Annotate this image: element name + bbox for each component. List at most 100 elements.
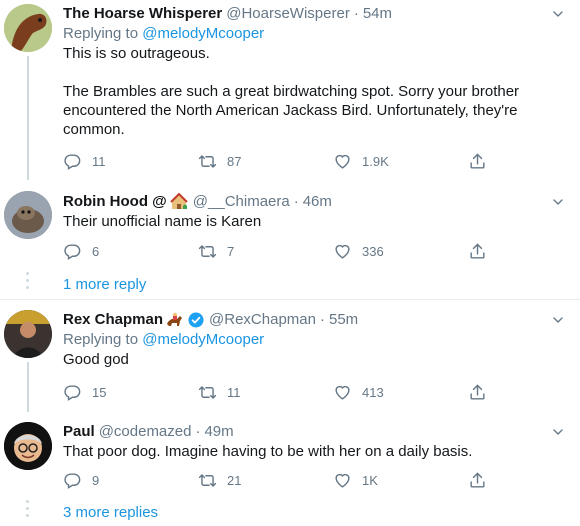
user-handle[interactable]: @HoarseWisperer <box>226 4 350 24</box>
retweet-icon <box>198 471 217 490</box>
tweet-actions: 11 87 1.9K <box>63 151 503 171</box>
house-emoji-icon <box>170 192 188 209</box>
tweet-text: Good god <box>63 351 129 368</box>
chevron-down-icon[interactable] <box>550 312 566 328</box>
retweet-count: 7 <box>227 243 235 259</box>
retweet-count: 21 <box>227 472 242 488</box>
like-icon <box>333 242 352 261</box>
avatar-memoji-image <box>4 422 52 470</box>
thread-line <box>27 362 29 412</box>
replying-to-line: Replying to @melodyMcooper <box>63 330 566 350</box>
avatar[interactable] <box>4 310 52 358</box>
tweet-header: The Hoarse Whisperer @HoarseWisperer · 5… <box>63 4 566 24</box>
thread-line <box>27 56 29 180</box>
horse-racing-emoji-icon <box>167 312 183 326</box>
avatar-dog-image <box>4 191 52 239</box>
user-handle[interactable]: @codemazed <box>99 422 192 442</box>
tweet-header: Rex Chapman @RexChapman · 55m <box>63 310 566 330</box>
reply-count: 6 <box>92 243 100 259</box>
display-name[interactable]: The Hoarse Whisperer <box>63 4 222 24</box>
timestamp[interactable]: 54m <box>363 4 392 24</box>
like-count: 1K <box>362 472 378 488</box>
share-button[interactable] <box>468 383 498 402</box>
share-icon <box>468 242 487 261</box>
reply-icon <box>63 471 82 490</box>
separator: · <box>293 193 299 210</box>
like-button[interactable]: 1.9K <box>333 152 468 171</box>
chevron-down-icon[interactable] <box>550 6 566 22</box>
display-name[interactable]: Robin Hood @ <box>63 192 167 212</box>
reply-icon <box>63 383 82 402</box>
reply-count: 11 <box>92 153 106 169</box>
share-button[interactable] <box>468 242 498 261</box>
thread-dots <box>26 500 30 521</box>
tweet-actions: 9 21 1K <box>63 470 503 490</box>
share-icon <box>468 471 487 490</box>
like-icon <box>333 383 352 402</box>
mention-link[interactable]: @melodyMcooper <box>142 331 264 348</box>
show-more-replies-link[interactable]: 1 more reply <box>63 275 146 295</box>
thread-dots <box>26 272 30 293</box>
retweet-button[interactable]: 7 <box>198 242 333 261</box>
user-handle[interactable]: @RexChapman <box>209 310 316 330</box>
share-button[interactable] <box>468 471 498 490</box>
reply-icon <box>63 152 82 171</box>
tweet-text: Their unofficial name is Karen <box>63 213 262 230</box>
separator: · <box>195 423 201 440</box>
chevron-down-icon[interactable] <box>550 194 566 210</box>
display-name[interactable]: Rex Chapman <box>63 310 163 330</box>
avatar-person-image <box>4 310 52 358</box>
like-icon <box>333 152 352 171</box>
reply-count: 15 <box>92 384 107 400</box>
share-button[interactable] <box>468 152 498 171</box>
reply-button[interactable]: 9 <box>63 471 198 490</box>
retweet-count: 87 <box>227 153 242 169</box>
tweet-robin-hood[interactable]: Robin Hood @ @__Chimaera · 46m Their uno… <box>0 182 580 270</box>
retweet-button[interactable]: 11 <box>198 383 333 402</box>
like-button[interactable]: 336 <box>333 242 468 261</box>
reply-count: 9 <box>92 472 100 488</box>
retweet-button[interactable]: 87 <box>198 152 333 171</box>
tweet-actions: 15 11 413 <box>63 382 503 402</box>
user-handle[interactable]: @__Chimaera <box>193 192 290 212</box>
replying-label: Replying to <box>63 331 139 348</box>
reply-icon <box>63 242 82 261</box>
reply-button[interactable]: 6 <box>63 242 198 261</box>
share-icon <box>468 383 487 402</box>
separator: · <box>353 5 359 22</box>
timestamp[interactable]: 55m <box>329 310 358 330</box>
tweet-header: Paul @codemazed · 49m <box>63 422 566 442</box>
like-count: 413 <box>362 384 384 400</box>
reply-button[interactable]: 11 <box>63 152 198 171</box>
avatar-horse-image <box>4 4 52 52</box>
retweet-button[interactable]: 21 <box>198 471 333 490</box>
tweet-hoarse-whisperer[interactable]: The Hoarse Whisperer @HoarseWisperer · 5… <box>0 0 580 180</box>
tweet-paul[interactable]: Paul @codemazed · 49m That poor dog. Ima… <box>0 414 580 502</box>
like-count: 1.9K <box>362 153 389 169</box>
show-more-replies-link[interactable]: 3 more replies <box>63 503 158 523</box>
replying-label: Replying to <box>63 25 139 42</box>
like-count: 336 <box>362 243 384 259</box>
timestamp[interactable]: 46m <box>303 192 332 212</box>
retweet-icon <box>198 242 217 261</box>
tweet-rex-chapman[interactable]: Rex Chapman @RexChapman · 55m Replying t… <box>0 302 580 412</box>
mention-link[interactable]: @melodyMcooper <box>142 25 264 42</box>
share-icon <box>468 152 487 171</box>
reply-button[interactable]: 15 <box>63 383 198 402</box>
timestamp[interactable]: 49m <box>204 422 233 442</box>
avatar[interactable] <box>4 4 52 52</box>
tweet-header: Robin Hood @ @__Chimaera · 46m <box>63 192 566 212</box>
tweet-text: That poor dog. Imagine having to be with… <box>63 443 473 460</box>
avatar[interactable] <box>4 191 52 239</box>
like-button[interactable]: 413 <box>333 383 468 402</box>
tweet-text: This is so outrageous. The Brambles are … <box>63 45 520 138</box>
verified-badge-icon <box>188 312 204 328</box>
chevron-down-icon[interactable] <box>550 424 566 440</box>
retweet-icon <box>198 152 217 171</box>
retweet-icon <box>198 383 217 402</box>
like-button[interactable]: 1K <box>333 471 468 490</box>
tweet-actions: 6 7 336 <box>63 241 503 261</box>
separator: · <box>319 311 325 328</box>
avatar[interactable] <box>4 422 52 470</box>
display-name[interactable]: Paul <box>63 422 95 442</box>
